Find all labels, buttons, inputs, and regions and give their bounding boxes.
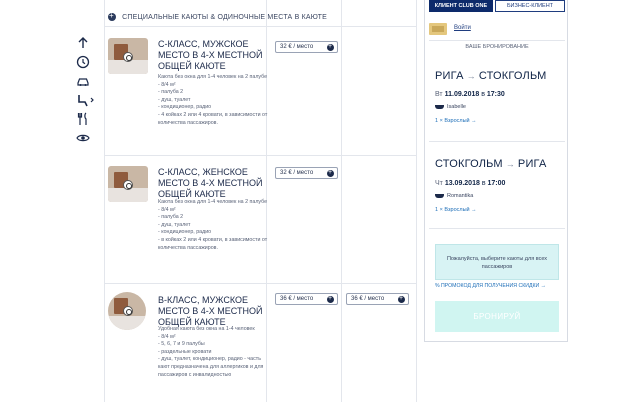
- arrow-up-icon[interactable]: [76, 36, 90, 50]
- cabin-photo[interactable]: [108, 292, 146, 330]
- price-return-label: 36 € / место: [351, 296, 385, 302]
- cabin-photo[interactable]: [108, 38, 148, 74]
- select-cabins-notice: Пожалуйста, выберите каюты для всех пасс…: [435, 244, 559, 280]
- date: 11.09.2018: [444, 91, 480, 98]
- cabin-description: Каюта без окна для 1-4 человек на 2 палу…: [158, 74, 268, 126]
- route-return: СТОКГОЛЬМ → РИГА: [435, 158, 547, 170]
- time: 17:00: [487, 180, 506, 187]
- tab-business-client[interactable]: БИЗНЕС-КЛИЕНТ: [495, 0, 565, 12]
- zoom-icon[interactable]: [123, 52, 133, 62]
- cabin-row: С-КЛАСС, ЖЕНСКОЕ МЕСТО В 4-Х МЕСТНОЙ ОБЩ…: [104, 158, 416, 282]
- date: 13.09.2018: [444, 180, 480, 187]
- departure-datetime: Чт 13.09.2018 в 17:00: [435, 180, 505, 187]
- cabin-title: С-КЛАСС, МУЖСКОЕ МЕСТО В 4-Х МЕСТНОЙ ОБЩ…: [158, 39, 263, 71]
- price-outbound-label: 32 € / место: [280, 170, 314, 176]
- cabin-description: Удобная каюта без окна на 1-4 человек - …: [158, 326, 264, 378]
- cabin-title: В-КЛАСС, МУЖСКОЕ МЕСТО В 4-Х МЕСТНОЙ ОБЩ…: [158, 295, 263, 327]
- column-divider: [416, 0, 417, 402]
- eye-icon[interactable]: [76, 131, 90, 145]
- route-from: РИГА: [435, 70, 464, 82]
- arrow-right-icon: →: [466, 71, 476, 81]
- cabin-row: С-КЛАСС, МУЖСКОЕ МЕСТО В 4-Х МЕСТНОЙ ОБЩ…: [104, 30, 416, 154]
- divider: [429, 228, 565, 229]
- ship-icon: [435, 193, 444, 198]
- divider: [429, 141, 565, 142]
- price-return-button[interactable]: 36 € / место: [346, 293, 409, 305]
- ship-name: Romantika: [435, 193, 473, 199]
- plus-icon: [327, 294, 334, 304]
- price-outbound-button[interactable]: 32 € / место: [275, 41, 338, 53]
- zoom-icon[interactable]: [123, 306, 133, 316]
- departure-datetime: Вт 11.09.2018 в 17:30: [435, 91, 505, 98]
- price-outbound-button[interactable]: 32 € / место: [275, 167, 338, 179]
- weekday: Чт: [435, 180, 443, 187]
- at-word: в: [481, 180, 486, 187]
- price-outbound-label: 36 € / место: [280, 296, 314, 302]
- club-card-icon: [429, 23, 447, 35]
- section-header-label: СПЕЦИАЛЬНЫЕ КАЮТЫ & ОДИНОЧНЫЕ МЕСТА В КА…: [122, 13, 327, 21]
- car-icon[interactable]: [76, 74, 90, 88]
- route-outbound: РИГА → СТОКГОЛЬМ: [435, 70, 547, 82]
- plus-icon: [398, 294, 405, 304]
- row-divider: [104, 26, 416, 27]
- price-outbound-button[interactable]: 36 € / место: [275, 293, 338, 305]
- row-divider: [104, 155, 416, 156]
- clock-icon[interactable]: [76, 55, 90, 69]
- your-booking-heading: ВАШЕ БРОНИРОВАНИЕ: [465, 44, 529, 50]
- zoom-icon[interactable]: [123, 180, 133, 190]
- route-to: СТОКГОЛЬМ: [478, 70, 547, 82]
- passengers-link[interactable]: 1 × Взрослый →: [435, 207, 477, 213]
- ship-icon: [435, 104, 444, 109]
- promo-code-link[interactable]: % ПРОМОКОД ДЛЯ ПОЛУЧЕНИЯ СКИДКИ →: [435, 283, 565, 289]
- cabin-title: С-КЛАСС, ЖЕНСКОЕ МЕСТО В 4-Х МЕСТНОЙ ОБЩ…: [158, 167, 263, 199]
- side-navigation: [76, 36, 96, 150]
- ship-name: Isabelle: [435, 104, 466, 110]
- cabin-description: Каюта без окна для 1-4 человек на 2 палу…: [158, 199, 268, 251]
- price-outbound-label: 32 € / место: [280, 44, 314, 50]
- time: 17:30: [486, 91, 505, 98]
- tab-club-one[interactable]: КЛИЕНТ CLUB ONE: [429, 0, 493, 12]
- login-link[interactable]: Войти: [454, 25, 471, 31]
- restaurant-icon[interactable]: [76, 112, 90, 126]
- book-button[interactable]: БРОНИРУЙ: [435, 301, 559, 332]
- booking-panel: КЛИЕНТ CLUB ONE БИЗНЕС-КЛИЕНТ Войти ВАШЕ…: [424, 0, 568, 342]
- cabin-photo[interactable]: [108, 166, 148, 202]
- cabin-row: В-КЛАСС, МУЖСКОЕ МЕСТО В 4-Х МЕСТНОЙ ОБЩ…: [104, 286, 416, 402]
- seat-icon[interactable]: [76, 93, 94, 107]
- section-header[interactable]: СПЕЦИАЛЬНЫЕ КАЮТЫ & ОДИНОЧНЫЕ МЕСТА В КА…: [108, 11, 327, 21]
- at-word: в: [481, 91, 485, 98]
- row-divider: [104, 283, 416, 284]
- expand-icon[interactable]: [108, 11, 116, 21]
- route-to: РИГА: [517, 158, 547, 170]
- route-from: СТОКГОЛЬМ: [435, 158, 503, 170]
- plus-icon: [327, 42, 334, 52]
- plus-icon: [327, 168, 334, 178]
- arrow-right-icon: →: [505, 159, 515, 169]
- divider: [429, 40, 565, 41]
- passengers-link[interactable]: 1 × Взрослый →: [435, 118, 477, 124]
- weekday: Вт: [435, 91, 443, 98]
- client-tabs: КЛИЕНТ CLUB ONE БИЗНЕС-КЛИЕНТ: [429, 0, 565, 12]
